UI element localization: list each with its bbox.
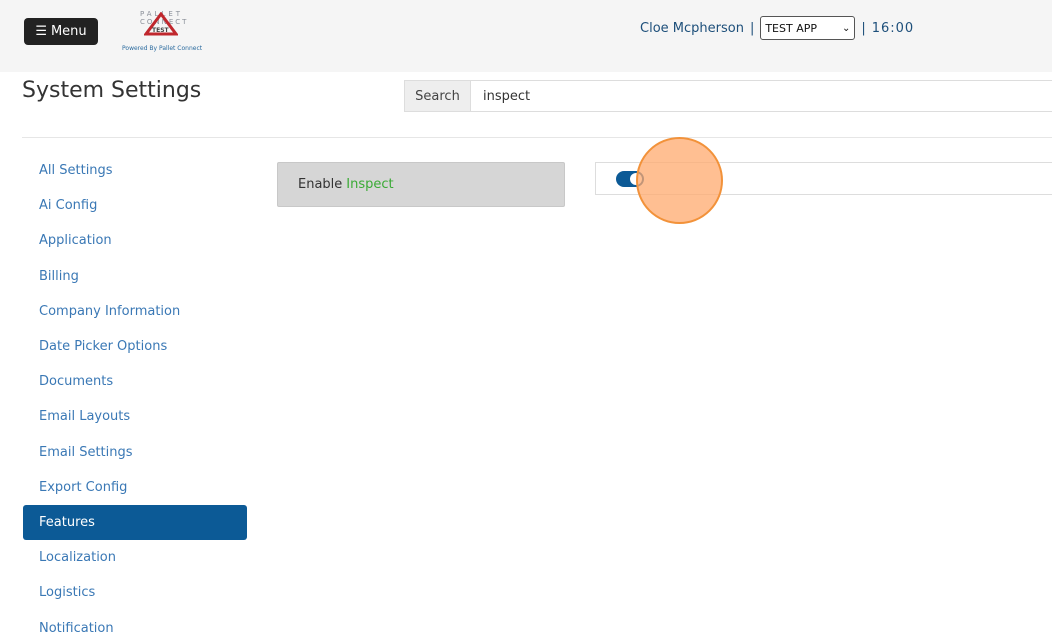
search-group: Search: [404, 80, 1052, 112]
logo[interactable]: PALLET CONNECT TEST Powered By Pallet Co…: [118, 10, 206, 56]
sidebar-item-all-settings[interactable]: All Settings: [23, 153, 247, 188]
sidebar-item-billing[interactable]: Billing: [23, 259, 247, 294]
hamburger-icon: ☰: [35, 24, 47, 39]
sidebar-item-export-config[interactable]: Export Config: [23, 470, 247, 505]
user-area: Cloe Mcpherson | TEST APP ⌄ | 16:00: [640, 16, 914, 40]
search-label: Search: [405, 81, 471, 111]
separator: |: [749, 20, 755, 36]
page-title: System Settings: [22, 78, 202, 103]
user-name-link[interactable]: Cloe Mcpherson: [640, 21, 744, 36]
clock: 16:00: [871, 20, 915, 36]
top-bar: ☰ Menu PALLET CONNECT TEST Powered By Pa…: [0, 0, 1052, 72]
divider: [22, 137, 1052, 138]
setting-label-card: Enable Inspect: [277, 162, 565, 207]
sidebar-item-localization[interactable]: Localization: [23, 540, 247, 575]
menu-button[interactable]: ☰ Menu: [24, 18, 98, 45]
search-input[interactable]: [471, 81, 1052, 111]
setting-label-highlight: Inspect: [346, 177, 394, 192]
sidebar-item-logistics[interactable]: Logistics: [23, 575, 247, 610]
sidebar-item-notification[interactable]: Notification: [23, 610, 247, 636]
sidebar-item-email-layouts[interactable]: Email Layouts: [23, 399, 247, 434]
app-select[interactable]: TEST APP ⌄: [760, 16, 856, 40]
logo-badge-text: TEST: [152, 27, 169, 34]
setting-label-prefix: Enable: [298, 177, 343, 192]
sidebar-item-company-information[interactable]: Company Information: [23, 294, 247, 329]
sidebar-item-ai-config[interactable]: Ai Config: [23, 188, 247, 223]
powered-by-text: Powered By Pallet Connect: [122, 45, 203, 52]
menu-button-label: Menu: [50, 24, 87, 39]
chevron-down-icon: ⌄: [841, 22, 851, 34]
click-indicator: [636, 137, 723, 224]
sidebar-item-features[interactable]: Features: [23, 504, 247, 541]
separator: |: [861, 20, 866, 36]
sidebar-item-application[interactable]: Application: [23, 223, 247, 258]
app-select-value: TEST APP: [765, 21, 817, 35]
sidebar-item-email-settings[interactable]: Email Settings: [23, 435, 247, 470]
sidebar: All Settings Ai Config Application Billi…: [23, 153, 247, 636]
sidebar-item-date-picker-options[interactable]: Date Picker Options: [23, 329, 247, 364]
sidebar-item-documents[interactable]: Documents: [23, 364, 247, 399]
